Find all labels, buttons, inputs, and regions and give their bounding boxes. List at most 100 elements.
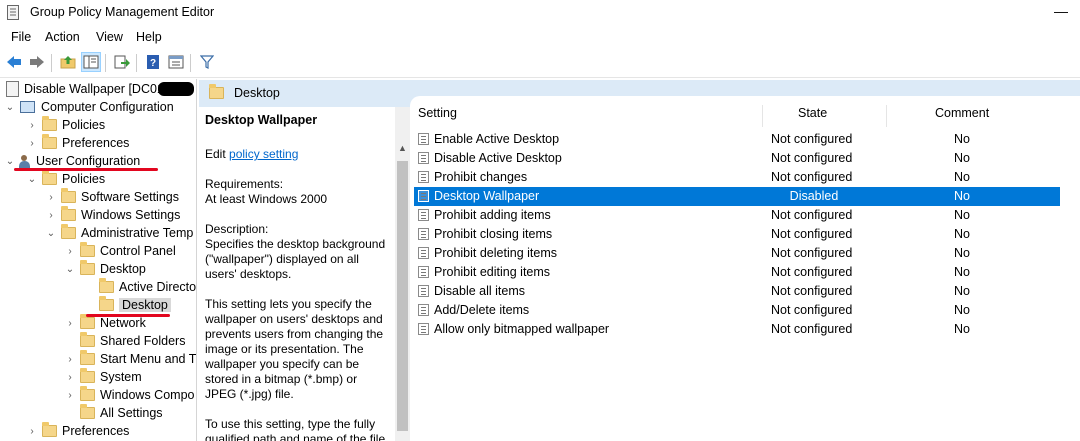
tree-node-system[interactable]: › System [64, 368, 142, 386]
setting-name: Prohibit adding items [434, 208, 551, 222]
chevron-right-icon[interactable]: › [64, 390, 76, 401]
column-divider[interactable] [762, 105, 763, 127]
properties-icon[interactable] [166, 52, 186, 72]
chevron-down-icon[interactable]: ⌄ [4, 156, 16, 167]
setting-row[interactable]: Disable Active Desktop Not configured No [414, 149, 1060, 168]
chevron-right-icon[interactable]: › [45, 192, 57, 203]
tree-node-label: Preferences [62, 424, 130, 438]
edit-policy-link[interactable]: policy setting [229, 147, 298, 161]
setting-state: Not configured [771, 303, 853, 317]
tree-root[interactable]: Disable Wallpaper [DC01 [4, 80, 164, 98]
tree-node-shared-folders[interactable]: Shared Folders [64, 332, 185, 350]
svg-text:?: ? [150, 58, 156, 69]
tree-node-all-settings[interactable]: All Settings [64, 404, 163, 422]
setting-state: Not configured [771, 265, 853, 279]
tree-node-desktop[interactable]: ⌄ Desktop [64, 260, 146, 278]
setting-comment: No [954, 170, 970, 184]
minimize-button[interactable]: — [1046, 3, 1076, 19]
tree-node-label: System [100, 370, 142, 384]
tree-node-software-settings[interactable]: › Software Settings [45, 188, 179, 206]
column-header-setting[interactable]: Setting [418, 106, 457, 128]
tree-node-preferences[interactable]: › Preferences [26, 422, 129, 440]
setting-name: Prohibit editing items [434, 265, 551, 279]
setting-state: Not configured [771, 322, 853, 336]
tree-node-label: All Settings [100, 406, 163, 420]
show-hide-tree-icon[interactable] [81, 52, 101, 72]
tree-node-active-directory[interactable]: Active Directo [83, 278, 196, 296]
setting-row[interactable]: Enable Active Desktop Not configured No [414, 130, 1060, 149]
tree-node-administrative-templates[interactable]: ⌄ Administrative Temp [45, 224, 193, 242]
extended-description-pane: Desktop Wallpaper Edit policy setting Re… [199, 107, 394, 441]
menu-action[interactable]: Action [45, 30, 80, 44]
setting-name: Prohibit changes [434, 170, 528, 184]
setting-comment: No [954, 322, 970, 336]
tree-node-policies[interactable]: › Policies [26, 116, 105, 134]
tree-node-preferences[interactable]: › Preferences [26, 134, 129, 152]
column-divider[interactable] [886, 105, 887, 127]
tree-node-windows-settings[interactable]: › Windows Settings [45, 206, 180, 224]
annotation-underline [14, 168, 158, 171]
setting-row-selected[interactable]: Desktop Wallpaper Disabled No [414, 187, 1060, 206]
title-bar: Group Policy Management Editor — [0, 0, 1080, 26]
chevron-down-icon[interactable]: ⌄ [4, 102, 16, 113]
help-icon[interactable]: ? [143, 52, 163, 72]
setting-row[interactable]: Allow only bitmapped wallpaper Not confi… [414, 320, 1060, 339]
setting-comment: No [954, 189, 970, 203]
filter-icon[interactable] [197, 52, 217, 72]
edit-line: Edit policy setting [205, 147, 391, 162]
requirements-value: At least Windows 2000 [205, 192, 328, 206]
policy-setting-icon [418, 152, 429, 164]
tree-node-policies[interactable]: ⌄ Policies [26, 170, 105, 188]
setting-state: Disabled [789, 189, 839, 203]
chevron-down-icon[interactable]: ⌄ [26, 174, 38, 185]
tree-node-control-panel[interactable]: › Control Panel [64, 242, 176, 260]
tree-node-label: Control Panel [100, 244, 176, 258]
tree-root-label: Disable Wallpaper [DC01 [24, 82, 164, 96]
tree-node-start-menu[interactable]: › Start Menu and T [64, 350, 196, 368]
setting-row[interactable]: Prohibit editing items Not configured No [414, 263, 1060, 282]
back-arrow-icon[interactable] [4, 52, 24, 72]
folder-icon [61, 224, 76, 239]
up-folder-icon[interactable] [58, 52, 78, 72]
chevron-right-icon[interactable]: › [26, 120, 38, 131]
menu-view[interactable]: View [96, 30, 123, 44]
setting-row[interactable]: Prohibit changes Not configured No [414, 168, 1060, 187]
chevron-right-icon[interactable]: › [64, 372, 76, 383]
chevron-right-icon[interactable]: › [64, 318, 76, 329]
chevron-right-icon[interactable]: › [64, 246, 76, 257]
chevron-right-icon[interactable]: › [26, 138, 38, 149]
policy-setting-icon [418, 323, 429, 335]
setting-state: Not configured [771, 132, 853, 146]
setting-row[interactable]: Prohibit closing items Not configured No [414, 225, 1060, 244]
setting-row[interactable]: Add/Delete items Not configured No [414, 301, 1060, 320]
chevron-right-icon[interactable]: › [45, 210, 57, 221]
tree-node-label: Policies [62, 172, 106, 186]
policy-setting-icon [418, 171, 429, 183]
forward-arrow-icon[interactable] [27, 52, 47, 72]
chevron-down-icon[interactable]: ⌄ [64, 264, 76, 275]
chevron-right-icon[interactable]: › [64, 354, 76, 365]
policy-setting-icon [418, 285, 429, 297]
setting-row[interactable]: Prohibit adding items Not configured No [414, 206, 1060, 225]
folder-icon [61, 188, 76, 203]
export-list-icon[interactable] [112, 52, 132, 72]
tree-node-computer-configuration[interactable]: ⌄ Computer Configuration [4, 98, 174, 116]
scroll-up-arrow-icon[interactable]: ▲ [395, 143, 410, 157]
tree-node-windows-components[interactable]: › Windows Compo [64, 386, 194, 404]
description-label: Description: [205, 222, 269, 236]
setting-row[interactable]: Prohibit deleting items Not configured N… [414, 244, 1060, 263]
column-header-comment[interactable]: Comment [935, 106, 989, 128]
menu-help[interactable]: Help [136, 30, 162, 44]
description-scrollbar[interactable]: ▲ [395, 107, 410, 441]
setting-row[interactable]: Disable all items Not configured No [414, 282, 1060, 301]
scrollbar-thumb[interactable] [397, 161, 408, 431]
menu-bar: File Action View Help [0, 28, 1080, 48]
chevron-right-icon[interactable]: › [26, 426, 38, 437]
column-header-state[interactable]: State [798, 106, 827, 128]
tree-node-label: Administrative Temp [81, 226, 194, 240]
edit-prefix: Edit [205, 147, 226, 161]
menu-file[interactable]: File [11, 30, 31, 44]
setting-state: Not configured [771, 284, 853, 298]
chevron-down-icon[interactable]: ⌄ [45, 228, 57, 239]
tree-node-desktop-selected[interactable]: Desktop [83, 296, 171, 314]
